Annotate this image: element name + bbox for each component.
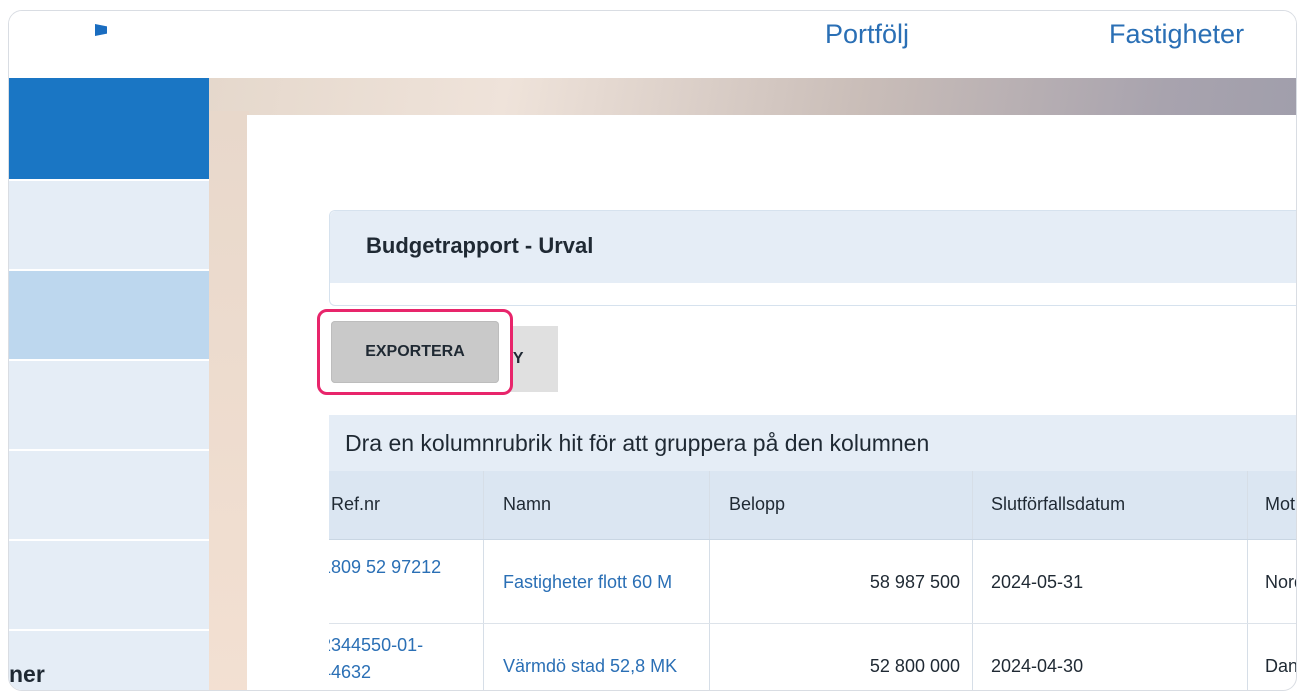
page-backdrop-edge bbox=[209, 111, 249, 690]
date-value: 2024-05-31 bbox=[991, 572, 1084, 592]
table-header-row: Ref.nr Namn Belopp Slutförfallsdatum Mot bbox=[329, 471, 1296, 540]
cell-refnr: 2344550-01-44632 bbox=[329, 624, 484, 690]
belopp-value: 58 987 500 bbox=[869, 572, 960, 592]
date-value: 2024-04-30 bbox=[991, 656, 1084, 676]
sidebar-item[interactable] bbox=[9, 361, 209, 451]
export-highlight: EXPORTERA bbox=[317, 309, 513, 395]
page-title: Budgetrapport - Urval bbox=[366, 233, 594, 258]
column-header-belopp[interactable]: Belopp bbox=[710, 471, 973, 539]
column-header-refnr[interactable]: Ref.nr bbox=[329, 471, 484, 539]
column-header-namn[interactable]: Namn bbox=[484, 471, 710, 539]
table-row[interactable]: 1809 52 97212 Fastigheter flott 60 M 58 … bbox=[329, 540, 1296, 624]
app-window: Portfölj Fastigheter ner Budgetrapport -… bbox=[8, 10, 1297, 691]
cell-belopp: 58 987 500 bbox=[710, 540, 973, 623]
namn-link[interactable]: Fastigheter flott 60 M bbox=[503, 572, 672, 593]
cell-motpart: Nord bbox=[1248, 540, 1296, 623]
cell-motpart: Dans bbox=[1248, 624, 1296, 690]
column-header-slutforfallsdatum[interactable]: Slutförfallsdatum bbox=[973, 471, 1248, 539]
sidebar-item-selected[interactable] bbox=[9, 271, 209, 361]
sidebar-item-label: ner bbox=[9, 661, 45, 687]
cell-belopp: 52 800 000 bbox=[710, 624, 973, 690]
top-navigation: Portfölj Fastigheter bbox=[9, 11, 1296, 78]
namn-link[interactable]: Värmdö stad 52,8 MK bbox=[503, 656, 677, 677]
table-row[interactable]: 2344550-01-44632 Värmdö stad 52,8 MK 52 … bbox=[329, 624, 1296, 690]
belopp-value: 52 800 000 bbox=[869, 656, 960, 676]
refnr-link[interactable]: 1809 52 97212 bbox=[329, 554, 461, 581]
refnr-link[interactable]: 2344550-01-44632 bbox=[329, 632, 461, 686]
sidebar-item-active[interactable] bbox=[9, 78, 209, 181]
sidebar-item[interactable] bbox=[9, 181, 209, 271]
sidebar-item[interactable]: ner bbox=[9, 631, 209, 690]
cell-slutforfallsdatum: 2024-04-30 bbox=[973, 624, 1248, 690]
report-header-band: Budgetrapport - Urval bbox=[330, 211, 1296, 283]
group-by-drop-zone[interactable]: Dra en kolumnrubrik hit för att gruppera… bbox=[329, 415, 1296, 471]
column-header-motpart[interactable]: Mot bbox=[1248, 471, 1296, 539]
sidebar: ner bbox=[9, 78, 209, 690]
motpart-value: Dans bbox=[1265, 656, 1296, 676]
nav-link-portfolj[interactable]: Portfölj bbox=[825, 19, 909, 50]
export-button[interactable]: EXPORTERA bbox=[331, 321, 499, 383]
sidebar-item[interactable] bbox=[9, 451, 209, 541]
cell-refnr: 1809 52 97212 bbox=[329, 540, 484, 623]
motpart-value: Nord bbox=[1265, 572, 1296, 592]
sidebar-item[interactable] bbox=[9, 541, 209, 631]
cell-slutforfallsdatum: 2024-05-31 bbox=[973, 540, 1248, 623]
content-card: Budgetrapport - Urval BYT TILL ÅRSVY Dra… bbox=[247, 115, 1296, 690]
nav-link-fastigheter[interactable]: Fastigheter bbox=[1109, 19, 1244, 50]
report-header: Budgetrapport - Urval bbox=[329, 210, 1296, 306]
logo-icon[interactable] bbox=[95, 24, 107, 36]
cell-namn: Värmdö stad 52,8 MK bbox=[484, 624, 710, 690]
cell-namn: Fastigheter flott 60 M bbox=[484, 540, 710, 623]
